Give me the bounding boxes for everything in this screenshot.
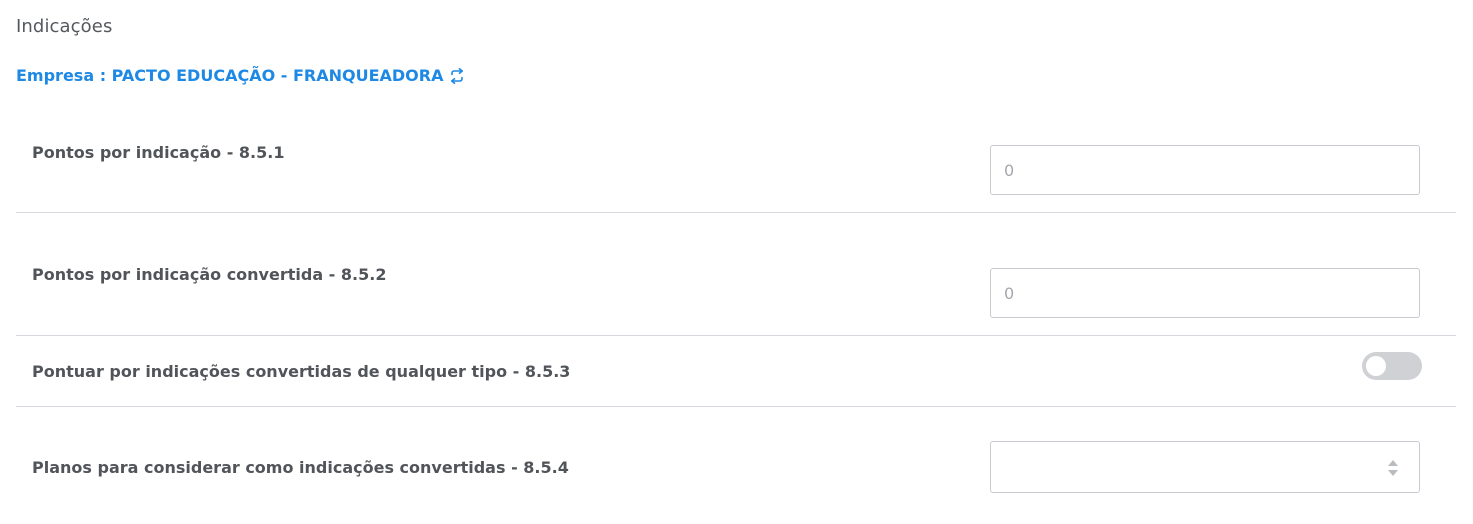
pontos-indicacao-convertida-input[interactable] xyxy=(990,268,1420,318)
setting-label: Planos para considerar como indicações c… xyxy=(32,458,569,477)
pontos-indicacao-input[interactable] xyxy=(990,145,1420,195)
row-divider xyxy=(16,406,1456,407)
setting-label: Pontuar por indicações convertidas de qu… xyxy=(32,362,571,381)
row-divider xyxy=(16,212,1456,213)
row-divider xyxy=(16,335,1456,336)
pontuar-qualquer-tipo-toggle[interactable] xyxy=(1362,352,1422,380)
sort-updown-icon xyxy=(1387,459,1399,477)
setting-label: Pontos por indicação - 8.5.1 xyxy=(32,143,285,162)
page-title: Indicações xyxy=(16,16,113,37)
company-switch-link[interactable]: Empresa : PACTO EDUCAÇÃO - FRANQUEADORA xyxy=(16,66,465,85)
page: Indicações Empresa : PACTO EDUCAÇÃO - FR… xyxy=(0,0,1473,524)
planos-convertidas-select[interactable] xyxy=(990,441,1420,493)
swap-arrows-icon[interactable] xyxy=(449,67,465,84)
setting-label: Pontos por indicação convertida - 8.5.2 xyxy=(32,265,387,284)
toggle-knob xyxy=(1366,356,1386,376)
company-label: Empresa : PACTO EDUCAÇÃO - FRANQUEADORA xyxy=(16,66,444,85)
